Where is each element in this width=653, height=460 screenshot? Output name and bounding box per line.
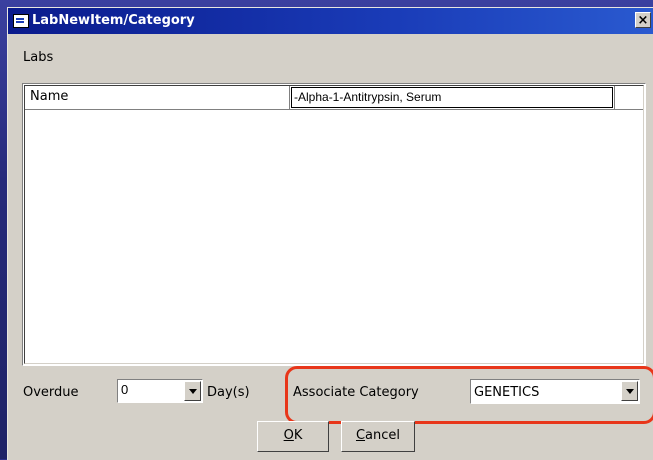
cancel-label-rest: ancel: [365, 428, 401, 443]
grid-frame: Name -Alpha-1-Antitrypsin, Serum: [24, 85, 644, 364]
dialog-window: LabNewItem/Category × Labs Name -Alpha-1…: [7, 7, 653, 460]
dropdown-arrow-icon[interactable]: [184, 381, 201, 401]
days-unit-label: Day(s): [207, 385, 250, 400]
cancel-mnemonic: C: [355, 428, 366, 443]
name-column-cell: Name: [25, 86, 290, 109]
overdue-value: 0: [121, 382, 129, 397]
extra-column-cell[interactable]: [614, 86, 645, 109]
ok-label-rest: K: [293, 428, 303, 443]
cancel-button[interactable]: Cancel: [341, 421, 415, 452]
name-header-label: Name: [30, 89, 69, 104]
ok-mnemonic: O: [283, 428, 294, 443]
close-icon: ×: [637, 13, 649, 28]
name-value-field[interactable]: -Alpha-1-Antitrypsin, Serum: [291, 87, 613, 108]
highlight-annotation: [285, 366, 653, 424]
name-value-text: -Alpha-1-Antitrypsin, Serum: [294, 90, 442, 104]
ok-button[interactable]: OK: [257, 421, 329, 452]
labs-grid[interactable]: Name -Alpha-1-Antitrypsin, Serum: [22, 83, 646, 366]
overdue-dropdown[interactable]: 0: [117, 379, 203, 403]
app-window-icon: [13, 14, 29, 28]
title-bar[interactable]: LabNewItem/Category ×: [8, 8, 653, 34]
window-title: LabNewItem/Category: [32, 13, 195, 28]
labs-label: Labs: [23, 50, 54, 65]
table-row[interactable]: Name -Alpha-1-Antitrypsin, Serum: [25, 86, 643, 110]
overdue-label: Overdue: [23, 385, 79, 400]
close-button[interactable]: ×: [635, 12, 651, 28]
